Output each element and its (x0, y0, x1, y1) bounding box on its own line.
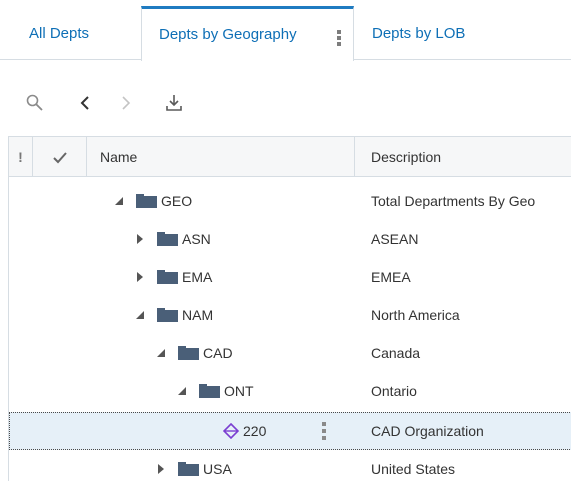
folder-icon (157, 308, 178, 322)
expand-triangle-icon[interactable] (133, 232, 147, 246)
row-description: United States (371, 461, 456, 477)
folder-icon (136, 194, 157, 208)
tree-row-selected[interactable]: 220 CAD Organization (9, 412, 571, 450)
tree-row[interactable]: ONT Ontario (9, 372, 571, 410)
collapse-triangle-icon[interactable] (175, 384, 189, 398)
collapse-triangle-icon[interactable] (154, 346, 168, 360)
folder-icon (178, 346, 199, 360)
row-name: NAM (182, 307, 214, 323)
collapse-triangle-icon[interactable] (133, 308, 147, 322)
row-description: EMEA (371, 269, 411, 285)
row-menu-grip-icon[interactable] (322, 422, 326, 440)
folder-icon (178, 462, 199, 476)
folder-icon (157, 270, 178, 284)
header-description[interactable]: Description (355, 137, 571, 177)
tree-row[interactable]: ASN ASEAN (9, 220, 571, 258)
download-icon[interactable] (161, 90, 187, 116)
search-icon[interactable] (22, 90, 48, 116)
tree-grid: ! Name Description GEO Total Departments… (8, 136, 571, 481)
row-description: Ontario (371, 383, 417, 399)
header-check[interactable] (33, 137, 87, 177)
tab-depts-by-lob[interactable]: Depts by LOB (372, 8, 465, 60)
tree-row[interactable]: USA United States (9, 450, 571, 481)
expand-triangle-icon[interactable] (133, 270, 147, 284)
header-name[interactable]: Name (87, 137, 355, 177)
tab-all-depts[interactable]: All Depts (29, 8, 89, 60)
tree-row[interactable]: NAM North America (9, 296, 571, 334)
row-description: ASEAN (371, 231, 419, 247)
row-description: CAD Organization (371, 423, 484, 439)
forward-icon[interactable] (113, 90, 139, 116)
tab-label: Depts by Geography (159, 26, 297, 43)
tree-row[interactable]: GEO Total Departments By Geo (9, 182, 571, 220)
row-name: 220 (243, 423, 267, 439)
tree-row[interactable]: EMA EMEA (9, 258, 571, 296)
folder-icon (199, 384, 220, 398)
row-name: CAD (203, 345, 233, 361)
row-name: ONT (224, 383, 254, 399)
tab-menu-grip-icon[interactable] (337, 30, 341, 46)
row-name: USA (203, 461, 232, 477)
back-icon[interactable] (72, 90, 98, 116)
folder-icon (157, 232, 178, 246)
tree-row[interactable]: CAD Canada (9, 334, 571, 372)
row-description: North America (371, 307, 460, 323)
grid-header: ! Name Description (9, 137, 571, 177)
member-diamond-icon (223, 423, 239, 439)
row-name: GEO (161, 193, 193, 209)
checkmark-icon (52, 152, 67, 164)
toolbar (0, 90, 571, 120)
tab-depts-by-geography[interactable]: Depts by Geography (141, 6, 354, 61)
header-flag[interactable]: ! (9, 137, 33, 177)
row-name: EMA (182, 269, 213, 285)
row-description: Canada (371, 345, 421, 361)
row-name: ASN (182, 231, 211, 247)
expand-triangle-icon[interactable] (154, 462, 168, 476)
row-description: Total Departments By Geo (371, 193, 536, 209)
tab-bar: All Depts Depts by Geography Depts by LO… (0, 0, 571, 61)
collapse-triangle-icon[interactable] (112, 194, 126, 208)
